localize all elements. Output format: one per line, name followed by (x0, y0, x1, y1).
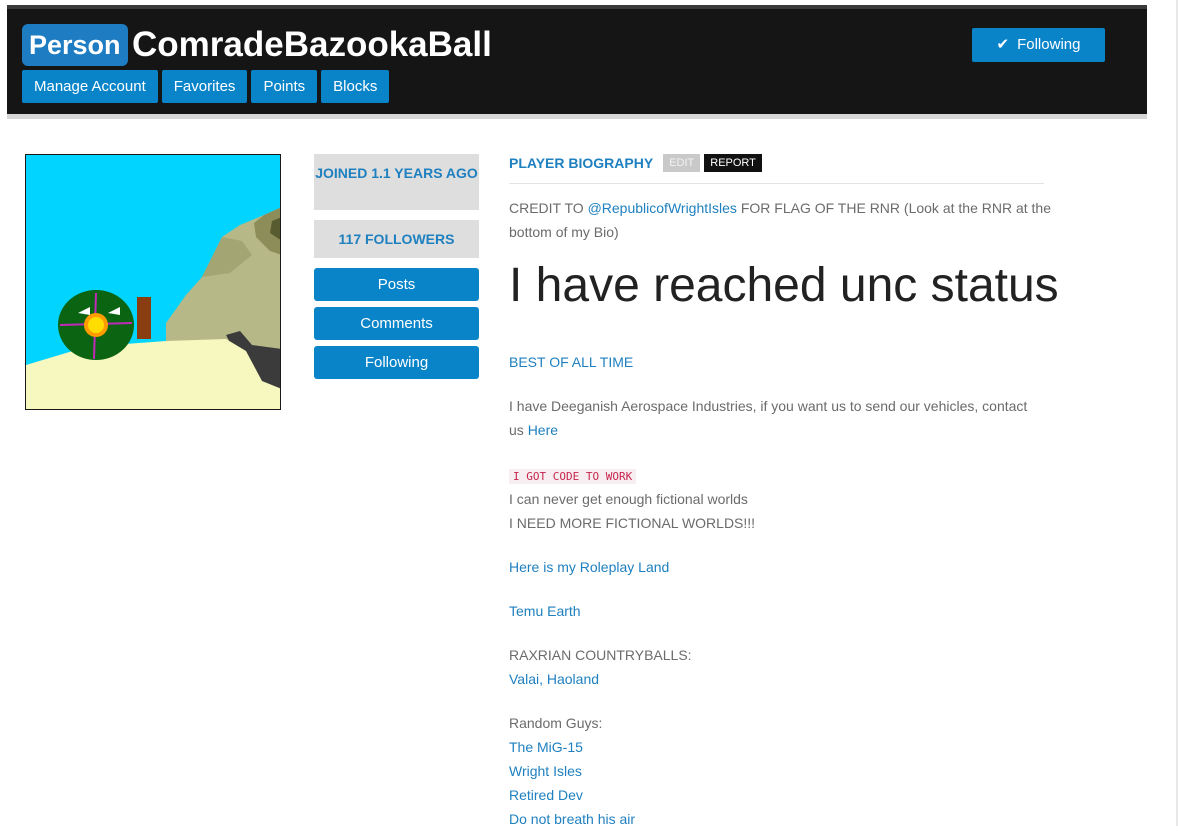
edit-button[interactable]: EDIT (663, 154, 701, 172)
person-badge: Person (22, 24, 128, 66)
credit-text: CREDIT TO @RepublicofWrightIsles FOR FLA… (509, 196, 1054, 244)
comments-button[interactable]: Comments (314, 307, 479, 340)
player-biography: PLAYER BIOGRAPHY EDIT REPORT CREDIT TO @… (509, 150, 1059, 827)
profile-avatar (25, 154, 281, 410)
avatar-image (26, 155, 280, 409)
code-line: I GOT CODE TO WORK (509, 463, 637, 489)
header-shadow (7, 114, 1147, 119)
bio-headline: I have reached unc status (509, 259, 1059, 312)
profile-header: Person ComradeBazookaBall Manage Account… (7, 9, 1147, 114)
random-link-mig15[interactable]: The MiG-15 (509, 735, 583, 759)
random-guys-label: Random Guys: (509, 715, 603, 731)
temu-earth-link[interactable]: Temu Earth (509, 599, 581, 623)
followers-stat[interactable]: 117 FOLLOWERS (314, 220, 479, 258)
following-list-button[interactable]: Following (314, 346, 479, 379)
aerospace-text: I have Deeganish Aerospace Industries, i… (509, 398, 1028, 414)
random-link-do-not-breath[interactable]: Do not breath his air (509, 807, 635, 831)
worlds-text-2: I NEED MORE FICTIONAL WORLDS!!! (509, 515, 756, 531)
credit-prefix: CREDIT TO (509, 200, 588, 216)
code-snippet: I GOT CODE TO WORK (509, 469, 637, 484)
aerospace-here-link[interactable]: Here (528, 422, 558, 438)
checkmark-icon: ✔ (996, 36, 1010, 53)
credit-user-link[interactable]: @RepublicofWrightIsles (588, 200, 737, 216)
blocks-button[interactable]: Blocks (321, 70, 390, 103)
joined-stat: JOINED 1.1 YEARS AGO (314, 154, 479, 210)
profile-nav: Manage Account Favorites Points Blocks (22, 70, 390, 103)
biography-divider (509, 183, 1044, 184)
biography-header: PLAYER BIOGRAPHY EDIT REPORT (509, 150, 1054, 176)
worlds-text-1: I can never get enough fictional worlds (509, 491, 748, 507)
random-link-retired-dev[interactable]: Retired Dev (509, 783, 583, 807)
aerospace-contact-line: us Here (509, 418, 558, 442)
following-toggle-label: Following (1017, 36, 1081, 53)
aerospace-text-2: us (509, 422, 528, 438)
raxrian-label: RAXRIAN COUNTRYBALLS: (509, 647, 692, 663)
roleplay-land-link[interactable]: Here is my Roleplay Land (509, 555, 669, 579)
report-button[interactable]: REPORT (704, 154, 762, 172)
manage-account-button[interactable]: Manage Account (22, 70, 158, 103)
points-button[interactable]: Points (251, 70, 318, 103)
biography-title: PLAYER BIOGRAPHY (509, 155, 654, 171)
favorites-button[interactable]: Favorites (161, 70, 248, 103)
posts-button[interactable]: Posts (314, 268, 479, 301)
following-toggle-button[interactable]: ✔ Following (972, 28, 1105, 62)
valai-haoland-link[interactable]: Valai, Haoland (509, 667, 599, 691)
best-of-all-time-link[interactable]: BEST OF ALL TIME (509, 350, 633, 374)
random-link-wright-isles[interactable]: Wright Isles (509, 759, 582, 783)
username-title: ComradeBazookaBall (132, 25, 492, 64)
